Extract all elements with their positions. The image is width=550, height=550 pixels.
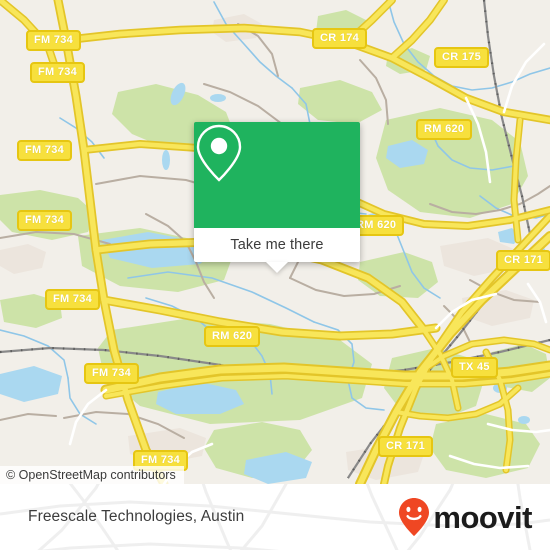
moovit-logo[interactable]: moovit [397, 497, 532, 537]
road-shield: CR 174 [312, 28, 368, 49]
popup-header [194, 122, 360, 228]
take-me-there-popup[interactable]: Take me there [194, 122, 360, 273]
take-me-there-label: Take me there [230, 237, 324, 253]
road-shield: FM 734 [26, 30, 82, 51]
map-canvas[interactable]: FM 734 CR 174 CR 175 FM 734 RM 620 FM 73… [0, 0, 550, 484]
footer-bar: Freescale Technologies, Austin moovit [0, 484, 550, 550]
osm-attribution[interactable]: © OpenStreetMap contributors [0, 466, 184, 484]
road-shield: FM 734 [17, 140, 73, 161]
moovit-wordmark: moovit [433, 499, 532, 535]
map-pin-icon [196, 124, 242, 182]
moovit-map-screenshot: FM 734 CR 174 CR 175 FM 734 RM 620 FM 73… [0, 0, 550, 550]
road-shield: CR 175 [434, 47, 490, 68]
road-shield: TX 45 [451, 357, 498, 378]
popup-tail [266, 262, 288, 273]
road-shield: FM 734 [30, 62, 86, 83]
road-shield: FM 734 [17, 210, 73, 231]
road-shield: CR 171 [496, 250, 550, 271]
road-shield: RM 620 [204, 326, 261, 347]
popup-action-bar[interactable]: Take me there [194, 228, 360, 262]
road-shield: FM 734 [45, 289, 101, 310]
place-title: Freescale Technologies, Austin [28, 508, 245, 525]
road-shield: CR 171 [378, 436, 434, 457]
road-shield: RM 620 [416, 119, 473, 140]
moovit-smiling-pin-icon [399, 498, 430, 536]
road-shield: FM 734 [84, 363, 140, 384]
